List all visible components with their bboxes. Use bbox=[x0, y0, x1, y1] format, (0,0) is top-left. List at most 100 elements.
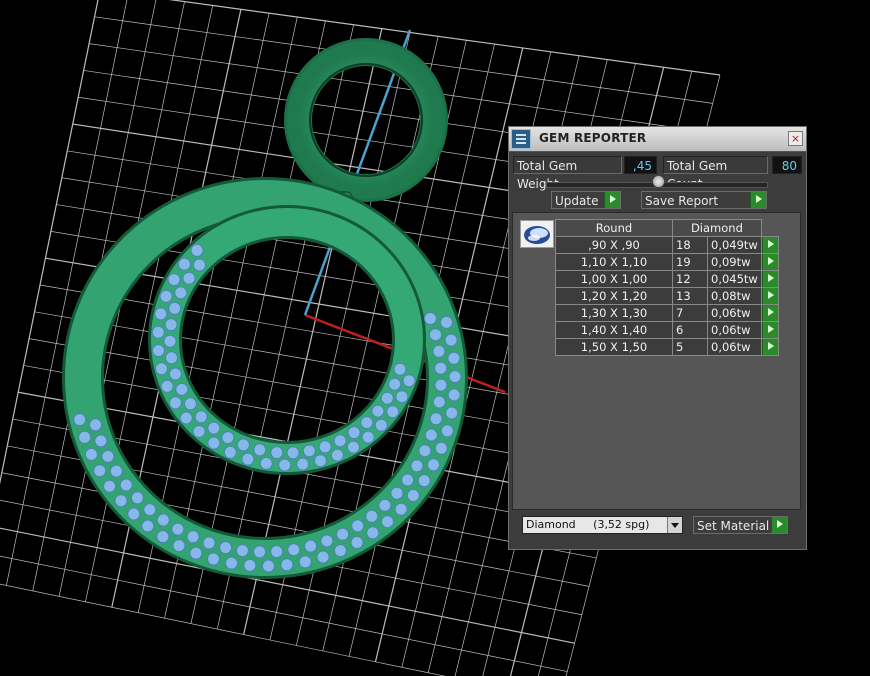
row-select-button[interactable] bbox=[760, 287, 779, 305]
gem-stone bbox=[236, 438, 250, 452]
gem-stone bbox=[182, 271, 196, 285]
gem-stone bbox=[189, 546, 203, 560]
column-header-round: Round bbox=[555, 219, 673, 237]
material-select[interactable]: Diamond (3,52 spg) bbox=[522, 516, 683, 534]
gem-stone bbox=[207, 436, 221, 450]
gem-stone bbox=[156, 530, 170, 544]
gem-stone bbox=[280, 558, 294, 572]
gem-weight: 0,049tw bbox=[707, 236, 762, 254]
row-select-button[interactable] bbox=[760, 321, 779, 339]
gem-stone bbox=[350, 536, 364, 549]
gem-stone bbox=[320, 534, 334, 548]
column-header-diamond: Diamond bbox=[672, 219, 762, 237]
gem-stone bbox=[103, 479, 117, 493]
gem-stone bbox=[73, 413, 87, 427]
play-arrow-icon bbox=[750, 192, 766, 208]
row-select-button[interactable] bbox=[760, 304, 779, 322]
gem-stone bbox=[78, 430, 92, 444]
table-row[interactable]: 1,50 X 1,50 5 0,06tw bbox=[555, 338, 779, 356]
row-select-button[interactable] bbox=[760, 253, 779, 271]
table-row[interactable]: 1,00 X 1,00 12 0,045tw bbox=[555, 270, 779, 288]
gem-stone bbox=[259, 456, 273, 470]
gem-stone bbox=[298, 555, 312, 569]
update-button[interactable]: Update bbox=[551, 191, 621, 209]
gem-stone bbox=[390, 486, 404, 500]
play-arrow-icon bbox=[761, 254, 778, 270]
gem-stone bbox=[243, 558, 257, 572]
gem-count: 19 bbox=[672, 253, 708, 271]
gem-reporter-icon bbox=[511, 129, 531, 149]
gem-stone bbox=[270, 446, 284, 460]
gem-count: 7 bbox=[672, 304, 708, 322]
gem-stone bbox=[155, 362, 168, 376]
slider-handle[interactable] bbox=[652, 175, 665, 188]
gem-stone bbox=[434, 441, 448, 455]
gem-stone bbox=[429, 328, 442, 342]
gem-stone bbox=[114, 494, 128, 508]
play-arrow-icon bbox=[761, 322, 778, 338]
gem-stone bbox=[223, 445, 237, 459]
gem-stone bbox=[192, 425, 206, 438]
table-row[interactable]: 1,20 X 1,20 13 0,08tw bbox=[555, 287, 779, 305]
gem-stone bbox=[261, 559, 275, 573]
gem-stone bbox=[168, 367, 182, 381]
gem-stone bbox=[351, 519, 365, 533]
gem-stone bbox=[174, 286, 188, 300]
gem-stone bbox=[393, 362, 407, 376]
gem-stone bbox=[253, 443, 267, 457]
close-icon[interactable]: × bbox=[788, 131, 803, 146]
gem-stone bbox=[347, 426, 361, 440]
panel-titlebar[interactable]: GEM REPORTER × bbox=[509, 127, 806, 152]
chevron-down-icon[interactable] bbox=[667, 517, 682, 533]
gem-stone bbox=[402, 374, 416, 388]
total-weight-label: Total Gem Weight bbox=[513, 156, 622, 191]
gem-stone bbox=[336, 527, 350, 541]
gem-stone bbox=[366, 526, 380, 540]
gem-stone bbox=[202, 536, 216, 550]
save-report-label: Save Report bbox=[645, 194, 719, 208]
gem-stone bbox=[380, 391, 394, 405]
set-material-button[interactable]: Set Material bbox=[693, 516, 788, 534]
gem-stone bbox=[84, 447, 98, 461]
gem-stone bbox=[346, 440, 360, 454]
gem-stone bbox=[163, 334, 177, 348]
gem-weight: 0,06tw bbox=[707, 304, 762, 322]
gem-stone bbox=[432, 344, 446, 358]
gem-stone bbox=[304, 539, 318, 553]
row-select-button[interactable] bbox=[760, 338, 779, 356]
gem-stone bbox=[167, 273, 181, 287]
gem-stone bbox=[94, 434, 108, 448]
gem-stone bbox=[278, 458, 292, 472]
gem-stone bbox=[417, 474, 431, 488]
gem-stone bbox=[119, 478, 133, 492]
gem-size: 1,30 X 1,30 bbox=[555, 304, 673, 322]
gem-list-area: Round Diamond ,90 X ,90 18 0,049tw 1,10 X 1… bbox=[512, 212, 801, 510]
gem-count: 18 bbox=[672, 236, 708, 254]
play-arrow-icon bbox=[761, 237, 778, 253]
round-gem-icon[interactable] bbox=[520, 220, 554, 248]
table-row[interactable]: 1,40 X 1,40 6 0,06tw bbox=[555, 321, 779, 339]
gem-size: 1,20 X 1,20 bbox=[555, 287, 673, 305]
gem-stone bbox=[360, 416, 374, 430]
gem-stone bbox=[316, 550, 330, 564]
row-select-button[interactable] bbox=[760, 236, 779, 254]
row-select-button[interactable] bbox=[760, 270, 779, 288]
gem-stone bbox=[160, 379, 174, 393]
table-row[interactable]: ,90 X ,90 18 0,049tw bbox=[555, 236, 779, 254]
gem-stone bbox=[175, 382, 189, 396]
save-report-button[interactable]: Save Report bbox=[641, 191, 767, 209]
gem-stone bbox=[302, 444, 316, 458]
gem-count: 6 bbox=[672, 321, 708, 339]
panel-title: GEM REPORTER bbox=[539, 131, 647, 145]
gem-size: 1,10 X 1,10 bbox=[555, 253, 673, 271]
table-row[interactable]: 1,10 X 1,10 19 0,09tw bbox=[555, 253, 779, 271]
gem-count: 5 bbox=[672, 338, 708, 356]
gem-table: Round Diamond ,90 X ,90 18 0,049tw 1,10 X 1… bbox=[555, 219, 779, 356]
gem-stone bbox=[296, 457, 310, 471]
gem-stone bbox=[444, 333, 458, 347]
gem-stone bbox=[371, 404, 385, 418]
table-row[interactable]: 1,30 X 1,30 7 0,06tw bbox=[555, 304, 779, 322]
play-arrow-icon bbox=[761, 288, 778, 304]
gem-stone bbox=[440, 315, 453, 329]
gem-stone bbox=[89, 418, 102, 432]
